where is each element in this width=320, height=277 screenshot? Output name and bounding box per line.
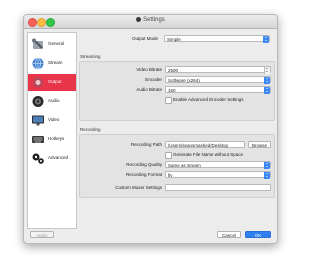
wrench-icon xyxy=(32,38,43,49)
output-mode-value: Simple xyxy=(167,37,181,42)
streaming-group: Video Bitrate 2500 Encoder Software (x26… xyxy=(79,61,275,121)
stepper-icon[interactable] xyxy=(264,67,270,74)
streaming-section-title: Streaming xyxy=(80,54,101,59)
monitor-icon xyxy=(32,115,44,126)
title-bar: Settings xyxy=(24,15,277,29)
select-arrows-icon xyxy=(264,162,270,169)
sidebar-item-hotkeys[interactable]: Hotkeys xyxy=(28,131,76,148)
output-settings-panel: Output Mode Simple Streaming Video Bitra… xyxy=(79,32,275,227)
encoder-select[interactable]: Software (x264) xyxy=(165,76,271,84)
sidebar-item-stream[interactable]: Stream xyxy=(28,55,76,72)
window-title: Settings xyxy=(24,17,277,23)
settings-sidebar: General Stream Output Audio Video Hotkey… xyxy=(27,32,77,229)
speaker-icon xyxy=(32,96,44,107)
custom-muxer-label: Custom Muxer Settings xyxy=(115,185,162,190)
sidebar-item-label: Video xyxy=(48,117,60,122)
sidebar-item-video[interactable]: Video xyxy=(28,112,76,129)
custom-muxer-field[interactable] xyxy=(165,184,271,191)
sidebar-item-label: Stream xyxy=(48,60,63,65)
encoder-value: Software (x264) xyxy=(168,78,200,83)
no-space-filename-label: Generate File Name without Space xyxy=(173,152,244,157)
recording-quality-value: Same as stream xyxy=(168,163,201,168)
recording-quality-select[interactable]: Same as stream xyxy=(165,161,271,169)
sidebar-item-label: General xyxy=(48,41,65,46)
select-arrows-icon xyxy=(264,87,270,94)
cancel-button[interactable]: Cancel xyxy=(217,231,241,238)
output-icon xyxy=(33,77,43,88)
sidebar-item-advanced[interactable]: Advanced xyxy=(28,150,76,167)
video-bitrate-value: 2500 xyxy=(168,68,179,73)
sidebar-item-label: Advanced xyxy=(48,155,69,160)
select-arrows-icon xyxy=(263,36,269,43)
recording-path-value: /Users/seansmashed/Desktop xyxy=(168,143,229,148)
audio-bitrate-value: 160 xyxy=(168,88,176,93)
sidebar-item-output[interactable]: Output xyxy=(28,74,76,91)
audio-bitrate-select[interactable]: 160 xyxy=(165,86,271,94)
select-arrows-icon xyxy=(264,77,270,84)
browse-button[interactable]: Browse xyxy=(248,141,271,148)
no-space-filename-checkbox[interactable] xyxy=(165,152,172,159)
globe-icon xyxy=(32,57,44,70)
output-mode-select[interactable]: Simple xyxy=(164,35,270,43)
select-arrows-icon xyxy=(264,172,270,179)
sidebar-item-audio[interactable]: Audio xyxy=(28,93,76,110)
ok-button[interactable]: OK xyxy=(245,231,271,238)
encoder-label: Encoder xyxy=(145,77,162,82)
video-bitrate-spinbox[interactable]: 2500 xyxy=(165,66,271,74)
sidebar-item-label: Audio xyxy=(48,98,60,103)
sidebar-item-label: Hotkeys xyxy=(48,136,65,141)
advanced-encoder-checkbox[interactable] xyxy=(165,97,172,104)
recording-format-label: Recording Format xyxy=(125,172,162,177)
app-icon xyxy=(136,17,142,22)
apply-button[interactable]: Apply xyxy=(30,231,54,238)
recording-format-select[interactable]: flv xyxy=(165,171,271,179)
sidebar-item-general[interactable]: General xyxy=(28,36,76,53)
recording-section-title: Recording xyxy=(80,127,101,132)
sidebar-item-label: Output xyxy=(48,79,62,84)
keyboard-icon xyxy=(32,136,44,143)
recording-format-value: flv xyxy=(168,173,173,178)
recording-group: Recording Path /Users/seansmashed/Deskto… xyxy=(79,134,275,198)
recording-quality-label: Recording Quality xyxy=(126,162,162,167)
recording-path-field[interactable]: /Users/seansmashed/Desktop xyxy=(165,141,245,148)
audio-bitrate-label: Audio Bitrate xyxy=(136,87,162,92)
output-mode-label: Output Mode xyxy=(131,36,158,41)
gears-icon xyxy=(32,153,44,164)
advanced-encoder-label: Enable Advanced Encoder Settings xyxy=(173,97,244,102)
recording-path-label: Recording Path xyxy=(130,142,162,147)
video-bitrate-label: Video Bitrate xyxy=(136,67,162,72)
settings-window: Settings General Stream Output Audio Vid… xyxy=(23,14,278,244)
